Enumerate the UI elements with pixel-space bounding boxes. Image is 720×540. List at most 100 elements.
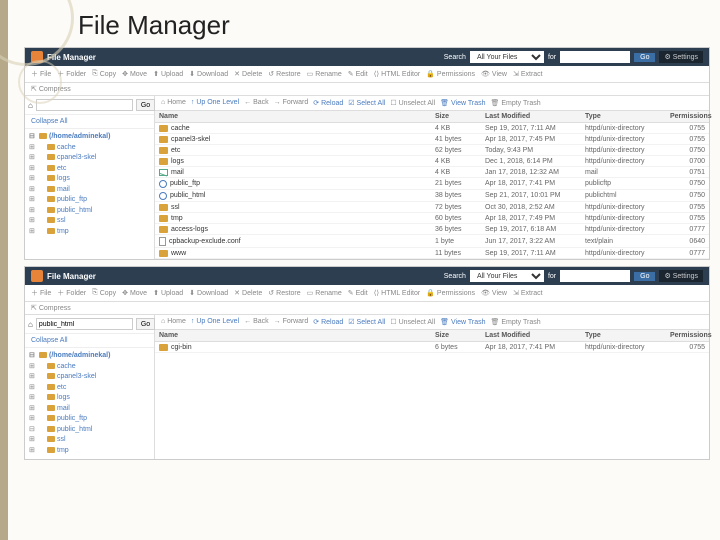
extract-button[interactable]: ⇲ Extract (513, 69, 543, 79)
folder-button[interactable]: ＋ Folder (57, 288, 86, 298)
tree-node[interactable]: mail (29, 185, 150, 196)
search-scope-select[interactable]: All Your Files (470, 51, 544, 63)
download-button[interactable]: ⬇ Download (189, 69, 228, 79)
table-row[interactable]: public_ftp21 bytesApr 18, 2017, 7:41 PMp… (155, 178, 709, 190)
settings-button[interactable]: ⚙ Settings (659, 51, 703, 63)
path-go-button[interactable]: Go (136, 318, 155, 330)
collapse-all-link[interactable]: Collapse All (25, 334, 154, 348)
move-button[interactable]: ✥ Move (122, 69, 147, 79)
file-button[interactable]: ＋ File (31, 288, 51, 298)
nav-empty-trash[interactable]: 🗑 Empty Trash (490, 318, 540, 326)
copy-button[interactable]: ⎘ Copy (92, 69, 116, 79)
extract-button[interactable]: ⇲ Extract (513, 288, 543, 298)
rename-button[interactable]: ▭ Rename (307, 288, 342, 298)
nav-reload[interactable]: ⟳ Reload (313, 99, 343, 107)
nav-back[interactable]: ← Back (244, 318, 269, 326)
col-modified[interactable]: Last Modified (485, 113, 585, 120)
col-name[interactable]: Name (159, 113, 435, 120)
table-row[interactable]: mail4 KBJan 17, 2018, 12:32 AMmail0751 (155, 167, 709, 178)
table-row[interactable]: www11 bytesSep 19, 2017, 7:11 AMhttpd/un… (155, 248, 709, 259)
table-row[interactable]: cache4 KBSep 19, 2017, 7:11 AMhttpd/unix… (155, 123, 709, 134)
search-scope-select[interactable]: All Your Files (470, 270, 544, 282)
collapse-all-link[interactable]: Collapse All (25, 115, 154, 129)
file-button[interactable]: ＋ File (31, 69, 51, 79)
tree-node[interactable]: etc (29, 383, 150, 394)
tree-node[interactable]: tmp (29, 227, 150, 238)
search-input[interactable] (560, 51, 630, 63)
tree-root[interactable]: (/home/adminekal) (29, 132, 150, 143)
nav-empty-trash[interactable]: 🗑 Empty Trash (490, 99, 540, 107)
nav-back[interactable]: ← Back (244, 99, 269, 107)
tree-node[interactable]: ssl (29, 216, 150, 227)
tree-node[interactable]: public_ftp (29, 195, 150, 206)
tree-node[interactable]: cpanel3-skel (29, 372, 150, 383)
search-go-button[interactable]: Go (634, 272, 655, 281)
tree-node[interactable]: ssl (29, 435, 150, 446)
nav-forward[interactable]: → Forward (274, 318, 309, 326)
table-row[interactable]: cpbackup-exclude.conf1 byteJun 17, 2017,… (155, 235, 709, 248)
view-button[interactable]: 👁 View (481, 69, 507, 79)
home-icon[interactable]: ⌂ (28, 101, 33, 110)
permissions-button[interactable]: 🔒 Permissions (426, 288, 475, 298)
tree-node[interactable]: cpanel3-skel (29, 153, 150, 164)
table-row[interactable]: etc62 bytesToday, 9:43 PMhttpd/unix-dire… (155, 145, 709, 156)
tree-node[interactable]: cache (29, 362, 150, 373)
tree-node[interactable]: etc (29, 164, 150, 175)
compress-button[interactable]: ⇱ Compress (31, 86, 71, 93)
nav-select-all[interactable]: ☑ Select All (348, 318, 385, 326)
nav-view-trash[interactable]: 🗑 View Trash (440, 318, 485, 326)
nav-reload[interactable]: ⟳ Reload (313, 318, 343, 326)
settings-button[interactable]: ⚙ Settings (659, 270, 703, 282)
col-type[interactable]: Type (585, 113, 670, 120)
path-go-button[interactable]: Go (136, 99, 155, 111)
table-row[interactable]: logs4 KBDec 1, 2018, 6:14 PMhttpd/unix-d… (155, 156, 709, 167)
tree-node[interactable]: logs (29, 393, 150, 404)
table-row[interactable]: public_html38 bytesSep 21, 2017, 10:01 P… (155, 190, 709, 202)
col-permissions[interactable]: Permissions (670, 113, 705, 120)
table-row[interactable]: ssl72 bytesOct 30, 2018, 2:52 AMhttpd/un… (155, 202, 709, 213)
nav-unselect-all[interactable]: ☐ Unselect All (390, 99, 435, 107)
upload-button[interactable]: ⬆ Upload (153, 69, 183, 79)
nav-select-all[interactable]: ☑ Select All (348, 99, 385, 107)
restore-button[interactable]: ↺ Restore (268, 69, 300, 79)
table-row[interactable]: cgi-bin6 bytesApr 18, 2017, 7:41 PMhttpd… (155, 342, 709, 353)
tree-node[interactable]: tmp (29, 446, 150, 457)
edit-button[interactable]: ✎ Edit (348, 288, 368, 298)
search-input[interactable] (560, 270, 630, 282)
table-row[interactable]: tmp60 bytesApr 18, 2017, 7:49 PMhttpd/un… (155, 213, 709, 224)
path-input[interactable] (36, 99, 133, 111)
compress-button[interactable]: ⇱ Compress (31, 305, 71, 312)
tree-root[interactable]: (/home/adminekal) (29, 351, 150, 362)
col-type[interactable]: Type (585, 332, 670, 339)
delete-button[interactable]: ✕ Delete (234, 69, 262, 79)
col-name[interactable]: Name (159, 332, 435, 339)
tree-node[interactable]: public_html (29, 425, 150, 436)
nav-up[interactable]: ↑ Up One Level (191, 318, 239, 326)
rename-button[interactable]: ▭ Rename (307, 69, 342, 79)
tree-node[interactable]: public_ftp (29, 414, 150, 425)
nav-up[interactable]: ↑ Up One Level (191, 99, 239, 107)
table-row[interactable]: access-logs36 bytesSep 19, 2017, 6:18 AM… (155, 224, 709, 235)
col-size[interactable]: Size (435, 332, 485, 339)
nav-home[interactable]: ⌂ Home (161, 99, 186, 107)
nav-forward[interactable]: → Forward (274, 99, 309, 107)
edit-button[interactable]: ✎ Edit (348, 69, 368, 79)
tree-node[interactable]: cache (29, 143, 150, 154)
move-button[interactable]: ✥ Move (122, 288, 147, 298)
view-button[interactable]: 👁 View (481, 288, 507, 298)
path-input[interactable] (36, 318, 133, 330)
permissions-button[interactable]: 🔒 Permissions (426, 69, 475, 79)
tree-node[interactable]: logs (29, 174, 150, 185)
upload-button[interactable]: ⬆ Upload (153, 288, 183, 298)
delete-button[interactable]: ✕ Delete (234, 288, 262, 298)
nav-home[interactable]: ⌂ Home (161, 318, 186, 326)
nav-view-trash[interactable]: 🗑 View Trash (440, 99, 485, 107)
search-go-button[interactable]: Go (634, 53, 655, 62)
copy-button[interactable]: ⎘ Copy (92, 288, 116, 298)
home-icon[interactable]: ⌂ (28, 320, 33, 329)
table-row[interactable]: cpanel3-skel41 bytesApr 18, 2017, 7:45 P… (155, 134, 709, 145)
col-permissions[interactable]: Permissions (670, 332, 705, 339)
download-button[interactable]: ⬇ Download (189, 288, 228, 298)
html-editor-button[interactable]: ⟨⟩ HTML Editor (374, 288, 421, 298)
tree-node[interactable]: public_html (29, 206, 150, 217)
